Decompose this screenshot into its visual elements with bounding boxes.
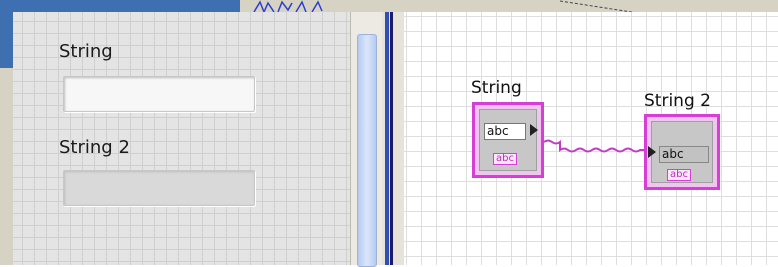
- input-arrow-icon: [648, 146, 656, 158]
- string-wire[interactable]: [544, 138, 644, 158]
- string-control-input[interactable]: [63, 76, 255, 112]
- divider-dark-bar: [390, 12, 393, 265]
- window-divider: [382, 12, 404, 265]
- string-control-label: String: [59, 41, 113, 62]
- string-indicator-display: [63, 170, 255, 206]
- string2-indicator-terminal[interactable]: abc abc: [644, 114, 720, 190]
- front-panel: String String 2: [13, 12, 350, 265]
- string2-terminal-label: String 2: [644, 91, 711, 111]
- string-control-terminal[interactable]: abc abc: [472, 102, 544, 178]
- block-diagram: String abc abc String 2 abc abc: [404, 12, 778, 265]
- scrollbar-thumb[interactable]: [357, 34, 377, 267]
- divider-blue-bar: [385, 12, 389, 265]
- string2-type-tag: abc: [667, 169, 691, 181]
- string-terminal-label: String: [471, 78, 522, 98]
- string-indicator-label: String 2: [59, 137, 130, 158]
- front-panel-scrollbar[interactable]: [350, 12, 383, 267]
- output-arrow-icon: [530, 124, 538, 136]
- string2-terminal-value: abc: [659, 146, 709, 163]
- string-type-tag: abc: [493, 153, 517, 165]
- string-terminal-value: abc: [484, 123, 526, 140]
